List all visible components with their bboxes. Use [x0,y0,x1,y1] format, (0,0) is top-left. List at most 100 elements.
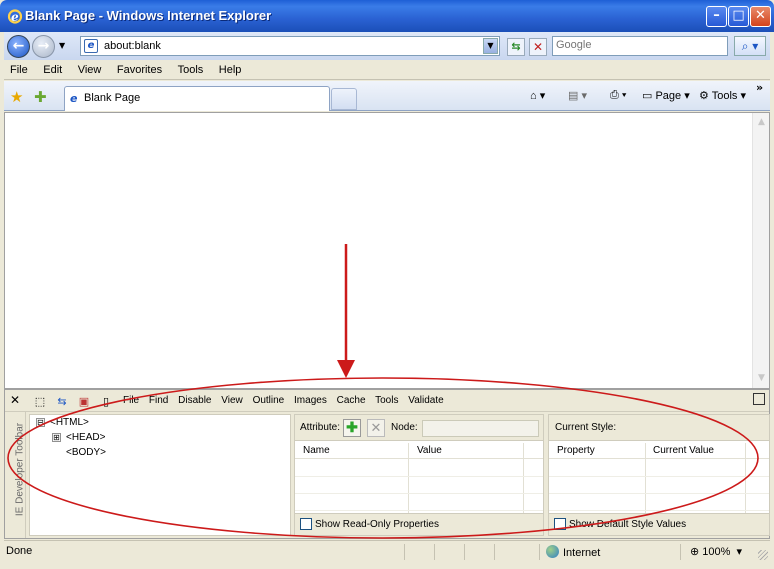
recent-pages-dropdown[interactable]: ▼ [59,41,65,50]
attributes-panel: Attribute: ✚ ✕ Node: Name Value Show Rea… [294,414,544,536]
expand-icon[interactable]: ⊞ [52,433,61,442]
menu-bar: File Edit View Favorites Tools Help [4,60,770,80]
row-line [549,493,769,494]
address-toolbar: ← → ▼ e about:blank ▼ ⇆ ✕ ⌕ ▾ [4,32,770,60]
dev-close-icon[interactable]: ✕ [10,393,20,407]
dev-menu-find[interactable]: Find [149,395,168,406]
tab-blank-page[interactable]: e Blank Page [64,86,330,111]
svg-text:e: e [11,10,19,24]
vertical-scrollbar[interactable]: ▲ ▼ [752,113,769,388]
developer-toolbar: ✕ ⬚ ⇆ ▣ ▯ File Find Disable View Outline… [4,389,770,539]
column-name[interactable]: Name [303,445,330,456]
delete-attribute-button[interactable]: ✕ [367,419,385,437]
attributes-footer: Show Read-Only Properties [295,513,543,535]
scroll-up-icon[interactable]: ▲ [754,115,769,130]
menu-file[interactable]: File [4,60,34,80]
address-url[interactable]: about:blank [104,40,161,52]
attributes-grid[interactable]: Name Value [295,443,543,513]
tree-node-head[interactable]: ⊞ <HEAD> [52,432,105,443]
security-zone[interactable]: Internet [546,545,600,559]
row-line [295,476,543,477]
column-value[interactable]: Value [417,445,442,456]
dev-menu-images[interactable]: Images [294,395,327,406]
tree-node-body[interactable]: <BODY> [66,447,106,458]
node-label: Node: [391,422,418,433]
add-favorites-icon[interactable]: ✚ [34,88,47,106]
show-readonly-label[interactable]: Show Read-Only Properties [315,519,439,530]
column-divider [745,443,746,513]
show-default-styles-checkbox[interactable] [554,518,566,530]
status-divider [464,544,465,560]
scroll-down-icon[interactable]: ▼ [754,371,769,386]
refresh-dom-icon[interactable]: ⇆ [54,394,70,409]
back-button[interactable]: ← [7,35,30,58]
dev-menu-outline[interactable]: Outline [253,395,285,406]
dev-menu-cache[interactable]: Cache [337,395,366,406]
search-input[interactable] [556,39,726,51]
minimize-button[interactable]: – [706,6,727,27]
close-button[interactable]: ✕ [750,6,771,27]
menu-help[interactable]: Help [213,60,248,80]
current-style-panel: Current Style: Property Current Value Sh… [548,414,770,536]
add-attribute-button[interactable]: ✚ [343,419,361,437]
dev-menu-validate[interactable]: Validate [408,395,443,406]
dev-menu-disable[interactable]: Disable [178,395,211,406]
status-text: Done [6,545,33,557]
address-dropdown-icon[interactable]: ▼ [483,38,498,54]
forward-arrow-icon: → [37,38,50,54]
dom-tree[interactable]: ⊟ <HTML> ⊞ <HEAD> <BODY> [29,414,291,536]
style-grid[interactable]: Property Current Value [549,443,769,513]
developer-toolbar-menu-row: ✕ ⬚ ⇆ ▣ ▯ File Find Disable View Outline… [5,390,769,412]
tools-menu-button[interactable]: ⚙ Tools ▾ [699,89,746,102]
status-bar: Done Internet ⊕ 100% ▾ [4,540,770,562]
print-icon[interactable]: ⎙ ▾ [610,89,626,102]
menu-tools[interactable]: Tools [172,60,210,80]
menu-favorites[interactable]: Favorites [111,60,168,80]
search-field[interactable] [552,36,728,56]
status-divider [494,544,495,560]
dev-menu-view[interactable]: View [221,395,243,406]
tab-bar: ★ ✚ e Blank Page ⌂ ▾ ▤ ▾ ⎙ ▾ ▭ Page ▾ ⚙ … [4,81,770,111]
page-content[interactable]: ▲ ▼ [4,112,770,389]
search-icon: ⌕ ▾ [741,39,759,53]
dev-toolbar-vertical-label: IE Developer Toolbar [9,412,26,538]
tree-node-html[interactable]: ⊟ <HTML> [36,417,89,428]
search-button[interactable]: ⌕ ▾ [734,36,766,56]
tab-page-icon: e [70,92,78,105]
tab-label: Blank Page [84,92,141,104]
status-divider [404,544,405,560]
resize-grip[interactable] [758,550,768,560]
menu-view[interactable]: View [72,60,108,80]
new-tab-button[interactable] [331,88,357,110]
home-icon[interactable]: ⌂ ▾ [530,89,545,102]
page-menu-button[interactable]: ▭ Page ▾ [642,89,690,102]
maximize-button[interactable]: □ [728,6,749,27]
collapse-icon[interactable]: ⊟ [36,418,45,427]
feeds-icon[interactable]: ▤ ▾ [568,89,587,102]
column-current-value[interactable]: Current Value [653,445,714,456]
attributes-grid-header: Name Value [295,443,543,459]
dev-menu-file[interactable]: File [123,395,139,406]
stop-button[interactable]: ✕ [529,38,547,56]
refresh-button[interactable]: ⇆ [507,38,525,56]
column-property[interactable]: Property [557,445,595,456]
dev-menu-tools[interactable]: Tools [375,395,398,406]
dev-toolbar-label-text: IE Developer Toolbar [14,422,26,517]
select-element-icon[interactable]: ⬚ [32,394,48,409]
gear-icon: ⚙ [699,90,709,102]
address-field[interactable]: e about:blank ▼ [80,36,500,56]
show-readonly-checkbox[interactable] [300,518,312,530]
node-field[interactable] [422,420,539,437]
ie-logo-icon: e [7,9,23,24]
chevron-more-icon[interactable]: » [756,81,763,94]
maximize-icon: □ [732,8,745,23]
zoom-control[interactable]: ⊕ 100% ▾ [690,545,742,558]
favorites-star-icon[interactable]: ★ [10,88,23,106]
view-source-icon[interactable]: ▯ [98,394,114,409]
menu-edit[interactable]: Edit [37,60,68,80]
forward-button[interactable]: → [32,35,55,58]
clear-icon[interactable]: ▣ [76,394,92,409]
restore-icon[interactable] [753,393,765,405]
show-default-styles-label[interactable]: Show Default Style Values [569,519,686,530]
row-line [549,510,769,511]
